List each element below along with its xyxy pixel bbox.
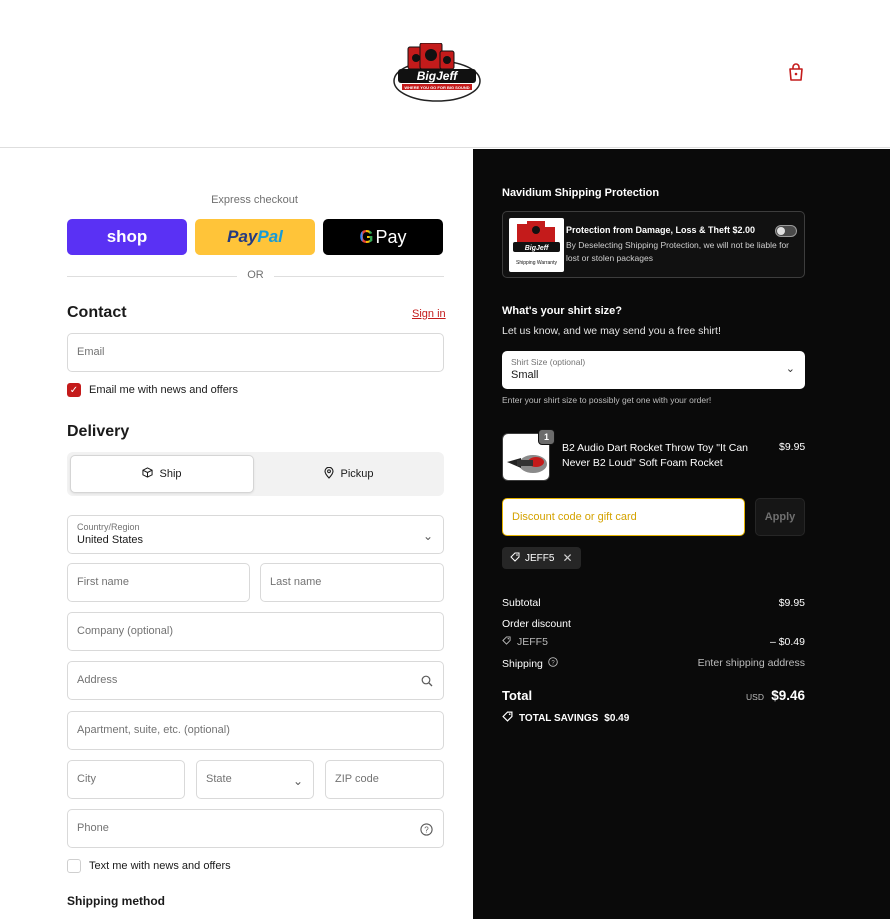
protection-description: By Deselecting Shipping Protection, we w… <box>566 240 790 263</box>
shipping-label-row: Shipping ? <box>502 657 558 670</box>
shipping-value: Enter shipping address <box>697 657 805 669</box>
country-select[interactable]: Country/Region United States ⌄ <box>67 515 444 554</box>
subtotal-value: $9.95 <box>778 597 805 609</box>
quantity-badge: 1 <box>538 429 555 445</box>
svg-text:?: ? <box>551 660 555 666</box>
chevron-down-icon: ⌄ <box>422 529 433 543</box>
checkout-form: Express checkout shop Pay Pal G Pay OR Con… <box>0 149 473 919</box>
site-header: BigJeff WHERE YOU GO FOR BIG SOUND <box>0 0 890 148</box>
shirt-question: What's your shirt size? <box>502 305 622 317</box>
company-field[interactable]: Company (optional) <box>67 612 444 651</box>
search-icon <box>421 675 433 690</box>
pickup-option[interactable]: Pickup <box>257 455 441 493</box>
shipping-warranty-image: BigJeff Shipping Warranty <box>509 218 564 272</box>
box-icon <box>142 467 154 481</box>
help-circle-icon: ? <box>420 823 433 839</box>
location-pin-icon <box>324 466 335 482</box>
discount-code-row: JEFF5 <box>502 636 548 648</box>
logo-tagline: WHERE YOU GO FOR BIG SOUND <box>404 85 469 90</box>
shopping-bag-icon[interactable] <box>787 62 805 82</box>
apartment-field[interactable]: Apartment, suite, etc. (optional) <box>67 711 444 750</box>
email-field[interactable]: Email <box>67 333 444 372</box>
shipping-method-heading: Shipping method <box>67 894 165 908</box>
discount-value: – $0.49 <box>769 636 805 648</box>
apply-button[interactable]: Apply <box>755 498 805 536</box>
help-circle-icon[interactable]: ? <box>548 657 558 670</box>
shop-pay-button[interactable]: shop <box>67 219 187 255</box>
ship-option[interactable]: Ship <box>70 455 254 493</box>
phone-field[interactable]: Phone ? <box>67 809 444 848</box>
tag-icon <box>502 711 513 725</box>
address-field[interactable]: Address <box>67 661 444 700</box>
discount-code-input[interactable]: Discount code or gift card <box>502 498 745 536</box>
sign-in-link[interactable]: Sign in <box>412 308 446 320</box>
city-field[interactable]: City <box>67 760 185 799</box>
tag-icon <box>502 636 511 648</box>
shirt-note: Enter your shirt size to possibly get on… <box>502 395 712 405</box>
last-name-field[interactable]: Last name <box>260 563 444 602</box>
email-news-label: Email me with news and offers <box>89 384 238 396</box>
protection-toggle[interactable] <box>775 225 797 237</box>
product-price: $9.95 <box>779 441 806 453</box>
subtotal-label: Subtotal <box>502 597 541 609</box>
or-divider: OR <box>67 269 444 283</box>
chevron-down-icon: ⌄ <box>785 363 795 375</box>
remove-discount-icon[interactable]: ✕ <box>562 551 572 565</box>
google-g-icon: G <box>359 226 374 247</box>
total-label: Total <box>502 688 533 703</box>
express-checkout-title: Express checkout <box>211 194 298 206</box>
shipping-protection-card: BigJeff Shipping Warranty Protection fro… <box>502 211 805 278</box>
applied-discount-chip: JEFF5 ✕ <box>502 547 581 569</box>
delivery-heading: Delivery <box>67 423 130 440</box>
logo-text: BigJeff <box>417 69 458 83</box>
zip-field[interactable]: ZIP code <box>325 760 444 799</box>
order-summary: Navidium Shipping Protection BigJeff Shi… <box>473 149 890 919</box>
warranty-caption: Shipping Warranty <box>516 260 557 266</box>
product-name: B2 Audio Dart Rocket Throw Toy "It Can N… <box>562 442 749 469</box>
shirt-subtitle: Let us know, and we may send you a free … <box>502 325 721 337</box>
protection-title: Navidium Shipping Protection <box>502 187 660 199</box>
warranty-logo-text: BigJeff <box>525 245 549 252</box>
brand-logo[interactable]: BigJeff WHERE YOU GO FOR BIG SOUND <box>392 42 482 103</box>
protection-heading: Protection from Damage, Loss & Theft $2.… <box>566 225 756 235</box>
currency-code: USD <box>746 692 764 702</box>
delivery-method-toggle: Ship Pickup <box>67 452 444 496</box>
checkbox-unchecked[interactable] <box>67 859 81 873</box>
shirt-size-select[interactable]: Shirt Size (optional) Small ⌄ <box>502 351 805 389</box>
text-news-checkbox-row[interactable]: Text me with news and offers <box>67 859 231 873</box>
state-select[interactable]: State ⌄ <box>196 760 314 799</box>
text-news-label: Text me with news and offers <box>89 860 231 872</box>
tag-icon <box>510 552 520 565</box>
email-news-checkbox-row[interactable]: ✓ Email me with news and offers <box>67 383 238 397</box>
total-value: $9.46 <box>771 688 805 703</box>
contact-heading: Contact <box>67 304 127 321</box>
google-pay-button[interactable]: G Pay <box>323 219 443 255</box>
first-name-field[interactable]: First name <box>67 563 250 602</box>
paypal-button[interactable]: Pay Pal <box>195 219 315 255</box>
checkbox-checked[interactable]: ✓ <box>67 383 81 397</box>
total-savings-row: TOTAL SAVINGS $0.49 <box>502 711 629 725</box>
chevron-down-icon: ⌄ <box>292 774 303 788</box>
svg-text:?: ? <box>424 825 429 834</box>
order-discount-label: Order discount <box>502 618 571 630</box>
